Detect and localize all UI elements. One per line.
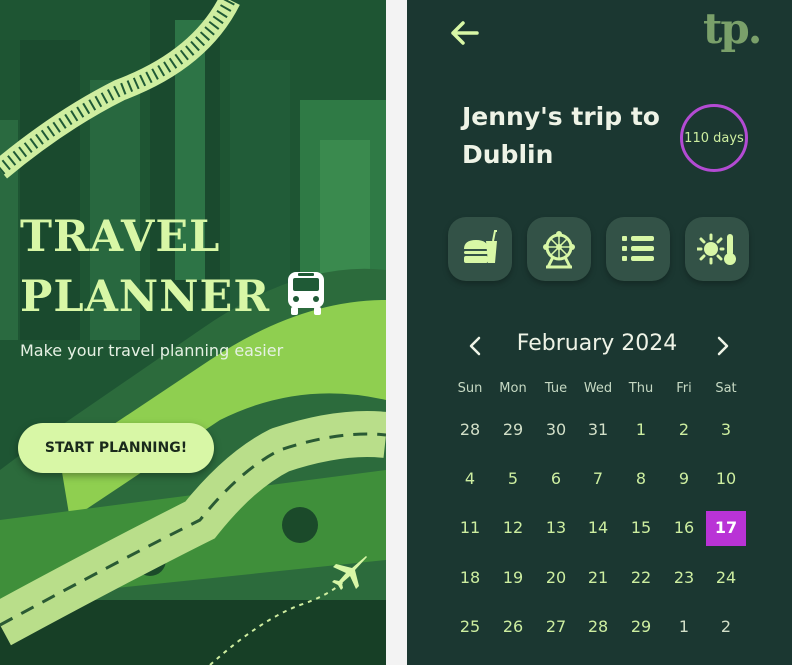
food-category-button[interactable] [448, 217, 512, 281]
weekday-tue: Tue [544, 381, 568, 396]
bus-icon [288, 272, 324, 315]
poster-panel: TRAVEL PLANNER Make your travel planning… [0, 0, 386, 665]
calendar-day[interactable]: 26 [493, 610, 533, 644]
ferris-wheel-icon [543, 231, 575, 269]
calendar-day[interactable]: 3 [706, 413, 746, 447]
calendar-day[interactable]: 28 [450, 413, 490, 447]
airplane-icon [332, 556, 367, 590]
calendar-day[interactable]: 2 [706, 610, 746, 644]
weekday-mon: Mon [499, 381, 527, 396]
calendar-day[interactable]: 29 [621, 610, 661, 644]
burger-drink-icon [464, 230, 497, 263]
weather-category-button[interactable] [685, 217, 749, 281]
calendar-day[interactable]: 21 [578, 561, 618, 595]
calendar-day[interactable]: 14 [578, 511, 618, 545]
app-logo: tp. [703, 4, 762, 53]
start-planning-button[interactable]: START PLANNING! [18, 423, 214, 473]
back-arrow-icon[interactable] [449, 20, 479, 46]
calendar-day[interactable]: 2 [664, 413, 704, 447]
calendar-day[interactable]: 1 [621, 413, 661, 447]
calendar-month-label: February 2024 [516, 331, 678, 356]
calendar-day[interactable]: 6 [536, 462, 576, 496]
calendar-day[interactable]: 19 [493, 561, 533, 595]
calendar-day[interactable]: 30 [536, 413, 576, 447]
next-month-icon[interactable] [715, 334, 731, 358]
calendar-day[interactable]: 12 [493, 511, 533, 545]
calendar-day[interactable]: 4 [450, 462, 490, 496]
countdown-badge: 110 days [680, 104, 748, 172]
calendar-day[interactable]: 1 [664, 610, 704, 644]
calendar-day[interactable]: 31 [578, 413, 618, 447]
calendar-day[interactable]: 7 [578, 462, 618, 496]
poster-subtitle: Make your travel planning easier [20, 341, 284, 360]
calendar-day[interactable]: 25 [450, 610, 490, 644]
calendar-day[interactable]: 10 [706, 462, 746, 496]
list-category-button[interactable] [606, 217, 670, 281]
poster-title: TRAVEL PLANNER [20, 207, 270, 327]
calendar-day[interactable]: 22 [621, 561, 661, 595]
calendar-day[interactable]: 20 [536, 561, 576, 595]
poster-background [0, 0, 386, 665]
weekday-sun: Sun [457, 381, 483, 396]
calendar-day[interactable]: 9 [664, 462, 704, 496]
calendar-day-selected[interactable]: 17 [706, 511, 746, 546]
attractions-category-button[interactable] [527, 217, 591, 281]
weekday-fri: Fri [676, 381, 692, 396]
calendar-day[interactable]: 24 [706, 561, 746, 595]
trip-screen: tp. Jenny's trip to Dublin 110 days Febr… [407, 0, 792, 665]
panel-divider [386, 0, 407, 665]
calendar-day[interactable]: 15 [621, 511, 661, 545]
prev-month-icon[interactable] [467, 334, 483, 358]
calendar-day[interactable]: 29 [493, 413, 533, 447]
sun-thermometer-icon [697, 233, 736, 265]
calendar-day[interactable]: 18 [450, 561, 490, 595]
calendar-day[interactable]: 13 [536, 511, 576, 545]
weekday-wed: Wed [583, 381, 613, 396]
poster-title-line1: TRAVEL [20, 212, 221, 262]
weekday-sat: Sat [715, 381, 737, 396]
list-icon [622, 236, 654, 261]
calendar-day[interactable]: 5 [493, 462, 533, 496]
trip-title: Jenny's trip to Dublin [462, 102, 660, 169]
weekday-thu: Thu [628, 381, 654, 396]
calendar-day[interactable]: 11 [450, 511, 490, 545]
calendar-day[interactable]: 8 [621, 462, 661, 496]
poster-title-line2: PLANNER [20, 272, 271, 322]
calendar-day[interactable]: 16 [664, 511, 704, 545]
calendar-day[interactable]: 28 [578, 610, 618, 644]
calendar-day[interactable]: 23 [664, 561, 704, 595]
calendar-day[interactable]: 27 [536, 610, 576, 644]
